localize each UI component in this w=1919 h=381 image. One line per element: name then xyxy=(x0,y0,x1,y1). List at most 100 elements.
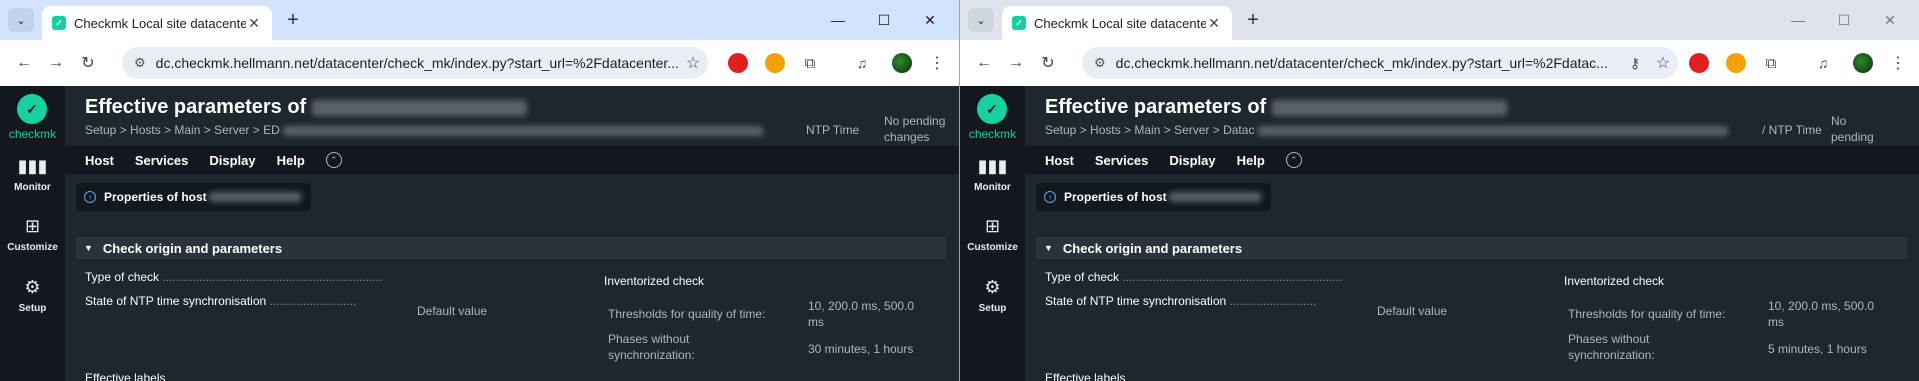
tab-close-icon[interactable]: ✕ xyxy=(1206,15,1222,32)
collapse-toggle-icon[interactable]: ⌃ xyxy=(1285,152,1302,168)
breadcrumb[interactable]: Setup > Hosts > Main > Server > Datac xyxy=(1045,123,1728,137)
url-text[interactable]: dc.checkmk.hellmann.net/datacenter/check… xyxy=(1116,55,1622,71)
tab-search-button[interactable]: ⌄ xyxy=(8,8,34,32)
site-info-icon[interactable]: ⚙ xyxy=(1094,55,1106,71)
default-value: Default value xyxy=(417,304,488,318)
password-key-icon[interactable]: ⚷ xyxy=(1622,55,1648,72)
check-origin-section-header[interactable]: ▼ Check origin and parameters xyxy=(76,237,946,259)
sidebar-item-setup[interactable]: ⚙ Setup xyxy=(960,275,1025,314)
checkmk-logo-icon[interactable]: ✓ xyxy=(977,94,1007,124)
type-of-check-label: Type of check ..........................… xyxy=(1045,270,1342,284)
profile-avatar[interactable] xyxy=(892,53,912,73)
checkmk-sidebar: ✓ checkmk ▮▮▮ Monitor ⊞ Customize ⚙ Setu… xyxy=(960,86,1025,381)
maximize-button[interactable]: ☐ xyxy=(861,8,907,32)
phases-label-line: Phases without xyxy=(1568,332,1650,346)
browser-toolbar: ← → ↻ ⚙ dc.checkmk.hellmann.net/datacent… xyxy=(0,40,959,86)
thresholds-value-line: ms xyxy=(1768,315,1784,329)
menu-services[interactable]: Services xyxy=(135,153,189,168)
breadcrumb-text[interactable]: Setup > Hosts > Main > Server > ED xyxy=(85,123,280,137)
forward-arrow-icon[interactable]: → xyxy=(40,54,72,72)
type-of-check-label: Type of check ..........................… xyxy=(85,270,382,284)
grid-icon: ⊞ xyxy=(984,216,1001,236)
breadcrumb[interactable]: Setup > Hosts > Main > Server > ED xyxy=(85,123,764,137)
bookmark-star-icon[interactable]: ☆ xyxy=(1648,53,1678,73)
address-bar[interactable]: ⚙ dc.checkmk.hellmann.net/datacenter/che… xyxy=(122,47,708,79)
redacted-breadcrumb xyxy=(1257,125,1728,136)
forward-arrow-icon[interactable]: → xyxy=(1000,54,1032,72)
menu-services[interactable]: Services xyxy=(1095,153,1149,168)
media-control-icon[interactable]: ♫ xyxy=(852,53,872,73)
minimize-button[interactable]: — xyxy=(815,8,861,32)
phases-label: Phases without synchronization: xyxy=(608,331,695,363)
maximize-button[interactable]: ☐ xyxy=(1821,8,1867,32)
checkmk-logo-icon[interactable]: ✓ xyxy=(17,94,47,124)
grid-icon: ⊞ xyxy=(24,216,41,236)
reload-icon[interactable]: ↻ xyxy=(1032,53,1064,73)
close-window-button[interactable]: ✕ xyxy=(1867,8,1913,32)
extensions-puzzle-icon[interactable]: ⧉ xyxy=(1761,53,1781,73)
section-title: Check origin and parameters xyxy=(102,240,283,256)
extension-orange-icon[interactable] xyxy=(765,53,785,73)
chart-bars-icon: ▮▮▮ xyxy=(17,156,48,176)
new-tab-button[interactable]: + xyxy=(1242,9,1264,32)
breadcrumb-tail[interactable]: / NTP Time xyxy=(1762,123,1822,137)
thresholds-label: Thresholds for quality of time: xyxy=(608,307,766,321)
pending-changes[interactable]: No pending changes xyxy=(884,113,945,145)
browser-window-left: ⌄ ✓ Checkmk Local site datacenter ✕ + — … xyxy=(0,0,959,381)
breadcrumb-tail[interactable]: NTP Time xyxy=(806,123,859,137)
url-text[interactable]: dc.checkmk.hellmann.net/datacenter/check… xyxy=(156,55,678,71)
site-info-icon[interactable]: ⚙ xyxy=(134,55,146,71)
back-arrow-icon[interactable]: ← xyxy=(968,54,1000,72)
tab-close-icon[interactable]: ✕ xyxy=(246,15,262,32)
sidebar-item-customize[interactable]: ⊞ Customize xyxy=(0,214,65,253)
dot-leader: .......................... xyxy=(1229,294,1317,308)
browser-toolbar: ← → ↻ ⚙ dc.checkmk.hellmann.net/datacent… xyxy=(960,40,1919,86)
menu-display[interactable]: Display xyxy=(1169,153,1215,168)
browser-tab[interactable]: ✓ Checkmk Local site datacenter ✕ xyxy=(1002,6,1232,40)
dot-leader: ........................................… xyxy=(1122,270,1343,284)
minimize-button[interactable]: — xyxy=(1775,8,1821,32)
breadcrumb-text[interactable]: Setup > Hosts > Main > Server > Datac xyxy=(1045,123,1254,137)
media-control-icon[interactable]: ♫ xyxy=(1813,53,1833,73)
logo-text: checkmk xyxy=(8,127,57,141)
sidebar-item-customize[interactable]: ⊞ Customize xyxy=(960,214,1025,253)
address-bar[interactable]: ⚙ dc.checkmk.hellmann.net/datacenter/che… xyxy=(1082,47,1678,79)
pending-line: No pending xyxy=(884,114,946,128)
sidebar-item-monitor[interactable]: ▮▮▮ Monitor xyxy=(960,154,1025,193)
state-ntp-label: State of NTP time synchronisation ......… xyxy=(1045,294,1316,308)
browser-menu-icon[interactable]: ⋮ xyxy=(927,53,947,73)
triangle-down-icon: ▼ xyxy=(84,243,93,253)
properties-of-host-button[interactable]: ↑ Properties of host xyxy=(1036,183,1271,211)
bookmark-star-icon[interactable]: ☆ xyxy=(678,53,708,73)
menu-host[interactable]: Host xyxy=(1045,153,1074,168)
back-arrow-icon[interactable]: ← xyxy=(8,54,40,72)
collapse-toggle-icon[interactable]: ⌃ xyxy=(325,152,342,168)
properties-of-host-button[interactable]: ↑ Properties of host xyxy=(76,183,311,211)
thresholds-value: 10, 200.0 ms, 500.0 ms xyxy=(1768,298,1874,330)
adblock-extension-icon[interactable] xyxy=(1689,53,1709,73)
tab-search-button[interactable]: ⌄ xyxy=(968,8,994,32)
profile-avatar[interactable] xyxy=(1853,53,1873,73)
redacted-breadcrumb xyxy=(283,125,764,136)
menu-host[interactable]: Host xyxy=(85,153,114,168)
check-origin-section-header[interactable]: ▼ Check origin and parameters xyxy=(1036,237,1907,259)
sidebar-item-monitor[interactable]: ▮▮▮ Monitor xyxy=(0,154,65,193)
reload-icon[interactable]: ↻ xyxy=(72,53,104,73)
tab-strip: ⌄ ✓ Checkmk Local site datacenter ✕ + — … xyxy=(0,0,959,40)
browser-menu-icon[interactable]: ⋮ xyxy=(1888,53,1908,73)
row-label-text: Type of check xyxy=(1045,270,1120,284)
menu-help[interactable]: Help xyxy=(1237,153,1265,168)
thresholds-value-line: 10, 200.0 ms, 500.0 xyxy=(1768,299,1875,313)
close-window-button[interactable]: ✕ xyxy=(907,8,953,32)
browser-tab[interactable]: ✓ Checkmk Local site datacenter ✕ xyxy=(42,6,272,40)
arrow-up-circle-icon: ↑ xyxy=(84,191,96,203)
sidebar-item-setup[interactable]: ⚙ Setup xyxy=(0,275,65,314)
sidebar-item-label: Monitor xyxy=(974,182,1011,193)
extension-orange-icon[interactable] xyxy=(1726,53,1746,73)
menu-help[interactable]: Help xyxy=(277,153,305,168)
menu-display[interactable]: Display xyxy=(209,153,255,168)
thresholds-value: 10, 200.0 ms, 500.0 ms xyxy=(808,298,914,330)
new-tab-button[interactable]: + xyxy=(282,9,304,32)
adblock-extension-icon[interactable] xyxy=(728,53,748,73)
extensions-puzzle-icon[interactable]: ⧉ xyxy=(800,53,820,73)
